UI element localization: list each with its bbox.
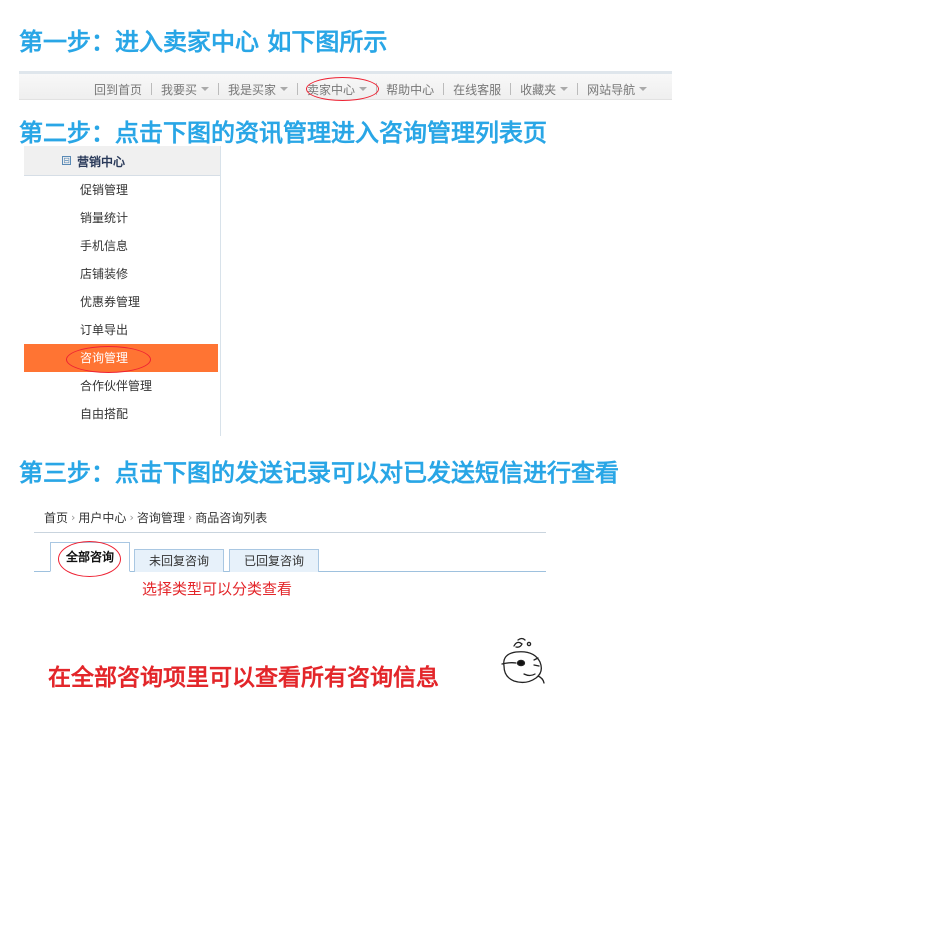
tab-replied-consult[interactable]: 已回复咨询 bbox=[229, 549, 319, 572]
sidebar-item-3[interactable]: 店铺装修 bbox=[24, 260, 220, 288]
nav-item-label: 卖家中心 bbox=[307, 82, 356, 97]
sidebar-section-marketing[interactable]: ⊟ 营销中心 bbox=[24, 146, 220, 176]
breadcrumb-separator-icon: › bbox=[129, 510, 134, 524]
chevron-down-icon bbox=[560, 87, 569, 91]
sidebar-item-7[interactable]: 合作伙伴管理 bbox=[24, 372, 220, 400]
step3-title: 第三步：点击下图的发送记录可以对已发送短信进行查看 bbox=[19, 458, 619, 487]
nav-item-3[interactable]: 卖家中心 bbox=[298, 81, 376, 98]
nav-item-6[interactable]: 收藏夹 bbox=[511, 81, 577, 98]
nav-item-label: 回到首页 bbox=[94, 82, 143, 97]
breadcrumb-item[interactable]: 咨询管理 bbox=[137, 509, 185, 526]
sidebar-section-title: 营销中心 bbox=[77, 155, 126, 169]
nav-item-label: 收藏夹 bbox=[520, 82, 557, 97]
nav-item-label: 我要买 bbox=[161, 82, 198, 97]
breadcrumb: 首页 › 用户中心 › 咨询管理 › 商品咨询列表 bbox=[34, 502, 546, 533]
breadcrumb-item[interactable]: 用户中心 bbox=[78, 509, 126, 526]
sidebar-item-8[interactable]: 自由搭配 bbox=[24, 400, 220, 428]
collapse-toggle-icon[interactable]: ⊟ bbox=[62, 156, 71, 165]
breadcrumb-separator-icon: › bbox=[71, 510, 76, 524]
chevron-down-icon bbox=[359, 87, 368, 91]
chevron-down-icon bbox=[280, 87, 289, 91]
nav-item-label: 网站导航 bbox=[587, 82, 636, 97]
nav-item-0[interactable]: 回到首页 bbox=[85, 81, 151, 98]
tab-all-consult[interactable]: 全部咨询 bbox=[50, 542, 130, 572]
nav-item-label: 我是买家 bbox=[228, 82, 277, 97]
seller-sidebar: ⊟ 营销中心 促销管理 销量统计 手机信息 店铺装修 优惠券管理 订单导出 咨询管理 合作伙伴… bbox=[24, 146, 221, 436]
top-navigation-bar: 回到首页 我要买 我是买家 卖家中心 帮助中心 在线客服 收藏夹 网站导航 bbox=[19, 71, 672, 100]
select-type-hint: 选择类型可以分类查看 bbox=[142, 580, 293, 598]
nav-item-label: 在线客服 bbox=[453, 82, 502, 97]
chevron-down-icon bbox=[639, 87, 648, 91]
nav-item-label: 帮助中心 bbox=[386, 82, 435, 97]
nav-item-5[interactable]: 在线客服 bbox=[444, 81, 510, 98]
sidebar-item-2[interactable]: 手机信息 bbox=[24, 232, 220, 260]
sidebar-item-4[interactable]: 优惠券管理 bbox=[24, 288, 220, 316]
step1-title: 第一步：进入卖家中心 如下图所示 bbox=[19, 27, 388, 56]
all-consult-hint: 在全部咨询项里可以查看所有咨询信息 bbox=[48, 664, 439, 691]
breadcrumb-separator-icon: › bbox=[187, 510, 193, 524]
sidebar-item-1[interactable]: 销量统计 bbox=[24, 204, 220, 232]
tab-unreplied-consult[interactable]: 未回复咨询 bbox=[134, 549, 224, 572]
sidebar-item-5[interactable]: 订单导出 bbox=[24, 316, 220, 344]
thinking-cartoon-face-icon bbox=[501, 637, 545, 684]
step2-title: 第二步：点击下图的资讯管理进入咨询管理列表页 bbox=[19, 118, 547, 147]
breadcrumb-item: 商品咨询列表 bbox=[195, 510, 268, 525]
consult-list-panel: 首页 › 用户中心 › 咨询管理 › 商品咨询列表 全部咨询 未回复咨询 已回复咨询 bbox=[34, 502, 546, 572]
nav-item-4[interactable]: 帮助中心 bbox=[377, 81, 443, 98]
sidebar-item-6[interactable]: 咨询管理 bbox=[24, 344, 218, 372]
chevron-down-icon bbox=[201, 87, 210, 91]
nav-item-7[interactable]: 网站导航 bbox=[578, 81, 656, 98]
nav-item-2[interactable]: 我是买家 bbox=[219, 81, 297, 98]
nav-item-1[interactable]: 我要买 bbox=[152, 81, 218, 98]
breadcrumb-item[interactable]: 首页 bbox=[44, 509, 68, 526]
consult-tabs: 全部咨询 未回复咨询 已回复咨询 bbox=[34, 540, 546, 572]
sidebar-item-0[interactable]: 促销管理 bbox=[24, 176, 220, 204]
